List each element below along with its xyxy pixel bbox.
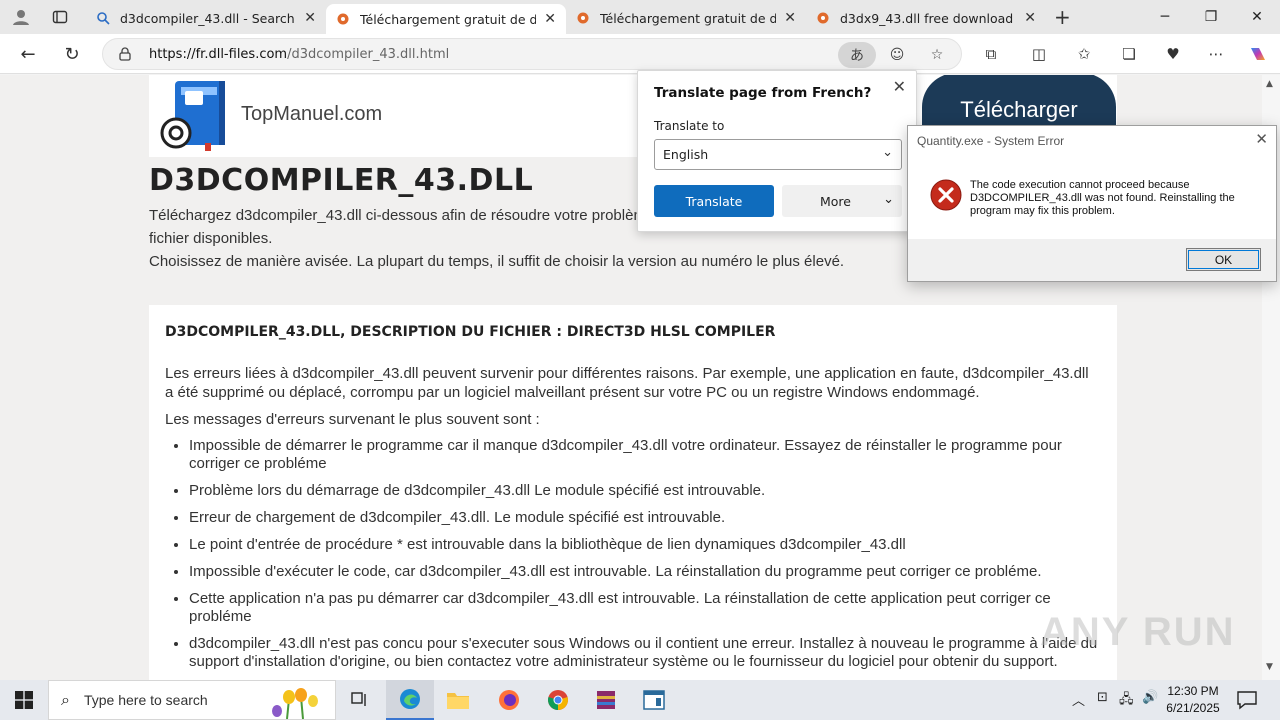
list-item: Problème lors du démarrage de d3dcompile… — [189, 482, 1101, 500]
tab-title: d3dx9_43.dll free download | DLL-files — [840, 10, 1016, 26]
description-paragraph: Les erreurs liées à d3dcompiler_43.dll p… — [165, 365, 1089, 401]
gear-icon — [817, 12, 829, 24]
translate-popup: Translate page from French? ✕ Translate … — [637, 70, 917, 232]
dialog-title: Quantity.exe - System Error — [917, 134, 1065, 148]
close-icon[interactable]: ✕ — [1255, 130, 1268, 148]
taskbar-clock[interactable]: 12:30 PM 6/21/2025 — [1160, 683, 1226, 717]
scroll-up-icon[interactable]: ▲ — [1266, 79, 1273, 89]
windows-start-icon[interactable] — [0, 680, 48, 720]
chevron-down-icon: ⌄ — [883, 192, 894, 207]
more-button[interactable]: More ⌄ — [782, 185, 902, 217]
gear-icon — [577, 12, 589, 24]
volume-icon[interactable]: 🔊 — [1142, 690, 1158, 705]
browser-essentials-icon[interactable]: ♥ — [1161, 42, 1185, 66]
chrome-icon[interactable] — [534, 680, 582, 720]
profile-icon[interactable] — [8, 5, 34, 29]
close-icon[interactable]: ✕ — [893, 77, 906, 96]
gear-icon — [337, 13, 349, 25]
file-explorer-icon[interactable] — [434, 680, 482, 720]
tab-actions-icon[interactable] — [47, 5, 73, 29]
list-item: Erreur de chargement de d3dcompiler_43.d… — [189, 509, 1101, 527]
refresh-icon[interactable]: ↻ — [58, 40, 86, 68]
description-card: D3DCOMPILER_43.DLL, DESCRIPTION DU FICHI… — [149, 305, 1117, 680]
tab-d3dx11[interactable]: Téléchargement gratuit de d3dx11 ✕ — [566, 4, 806, 32]
address-bar[interactable]: https://fr.dll-files.com/d3dcompiler_43.… — [102, 38, 962, 70]
favorite-star-icon[interactable]: ☆ — [924, 42, 950, 68]
edge-taskbar-icon[interactable] — [386, 680, 434, 720]
maximize-button[interactable]: ❐ — [1188, 4, 1234, 30]
search-icon — [97, 12, 110, 25]
network-icon[interactable]: 🖧 — [1119, 690, 1134, 712]
url-text[interactable]: https://fr.dll-files.com/d3dcompiler_43.… — [149, 47, 449, 62]
dialog-footer: OK — [908, 239, 1276, 281]
translate-button[interactable]: Translate — [654, 185, 774, 217]
tab-search[interactable]: d3dcompiler_43.dll - Search ✕ — [86, 4, 326, 32]
tab-d3dx9[interactable]: d3dx9_43.dll free download | DLL-files ✕ — [806, 4, 1046, 32]
lock-icon[interactable] — [117, 46, 133, 62]
taskbar-search-input[interactable]: ⌕ Type here to search — [48, 680, 336, 720]
collections-icon[interactable]: ❏ — [1117, 42, 1141, 66]
description-title: D3DCOMPILER_43.DLL, DESCRIPTION DU FICHI… — [165, 324, 776, 340]
tab-title: Téléchargement gratuit de d3dcompiler — [360, 11, 537, 27]
translate-title: Translate page from French? — [654, 85, 872, 101]
book-logo-icon[interactable] — [159, 77, 229, 153]
back-arrow-icon[interactable]: ← — [14, 40, 42, 68]
tab-title: Téléchargement gratuit de d3dx11 — [600, 10, 777, 26]
tab-d3dcompiler[interactable]: Téléchargement gratuit de d3dcompiler ✕ — [326, 4, 566, 34]
settings-more-icon[interactable]: ⋯ — [1204, 42, 1228, 66]
new-tab-button[interactable]: + — [1054, 5, 1071, 29]
list-item: Impossible de démarrer le programme car … — [189, 437, 1101, 473]
firefox-icon[interactable] — [485, 680, 533, 720]
error-icon — [930, 179, 962, 211]
system-error-dialog: Quantity.exe - System Error ✕ The code e… — [907, 125, 1277, 282]
app-window-icon[interactable] — [630, 680, 678, 720]
window-close-button[interactable]: ✕ — [1234, 4, 1280, 30]
copilot-icon[interactable] — [1246, 42, 1270, 66]
more-tools-icon[interactable]: ☺ — [884, 42, 910, 68]
browser-toolbar: ← ↻ https://fr.dll-files.com/d3dcompiler… — [0, 34, 1280, 74]
taskbar: ⌕ Type here to search ︿ ⊡ 🖧 🔊 12:30 PM 6… — [0, 680, 1280, 720]
chevron-down-icon: ⌄ — [882, 145, 893, 160]
close-icon[interactable]: ✕ — [1024, 10, 1036, 26]
scroll-down-icon[interactable]: ▼ — [1266, 662, 1273, 672]
list-item: d3dcompiler_43.dll n'est pas concu pour … — [189, 635, 1101, 671]
error-list: Impossible de démarrer le programme car … — [165, 437, 1101, 671]
extensions-icon[interactable]: ⧉ — [979, 42, 1003, 66]
page-title: D3DCOMPILER_43.DLL — [149, 163, 534, 198]
winrar-icon[interactable] — [582, 680, 630, 720]
flowers-icon — [272, 688, 318, 719]
translate-icon[interactable]: あ — [838, 42, 876, 68]
list-item: Le point d'entrée de procédure * est int… — [189, 536, 1101, 554]
close-icon[interactable]: ✕ — [304, 10, 316, 26]
ok-button[interactable]: OK — [1186, 248, 1261, 271]
anyrun-watermark: ANY RUN — [1040, 610, 1236, 654]
split-screen-icon[interactable]: ◫ — [1027, 42, 1051, 66]
task-view-icon[interactable] — [336, 680, 384, 720]
search-icon: ⌕ — [61, 690, 70, 709]
site-logo-text[interactable]: TopManuel.com — [241, 103, 382, 126]
chevron-up-icon[interactable]: ︿ — [1072, 690, 1085, 709]
close-icon[interactable]: ✕ — [784, 10, 796, 26]
tab-title: d3dcompiler_43.dll - Search — [120, 10, 295, 26]
device-icon[interactable]: ⊡ — [1097, 690, 1108, 705]
list-item: Cette application n'a pas pu démarrer ca… — [189, 590, 1101, 626]
tab-strip: d3dcompiler_43.dll - Search ✕ Télécharge… — [0, 0, 1280, 34]
notification-icon[interactable] — [1236, 689, 1258, 711]
language-select[interactable]: English ⌄ — [654, 139, 902, 170]
errors-intro: Les messages d'erreurs survenant le plus… — [165, 411, 540, 428]
favorites-icon[interactable]: ✩ — [1072, 42, 1096, 66]
close-icon[interactable]: ✕ — [544, 11, 556, 27]
list-item: Impossible d'exécuter le code, car d3dco… — [189, 563, 1101, 581]
translate-to-label: Translate to — [654, 119, 725, 133]
minimize-button[interactable]: ─ — [1142, 4, 1188, 30]
error-message: The code execution cannot proceed becaus… — [970, 179, 1235, 217]
